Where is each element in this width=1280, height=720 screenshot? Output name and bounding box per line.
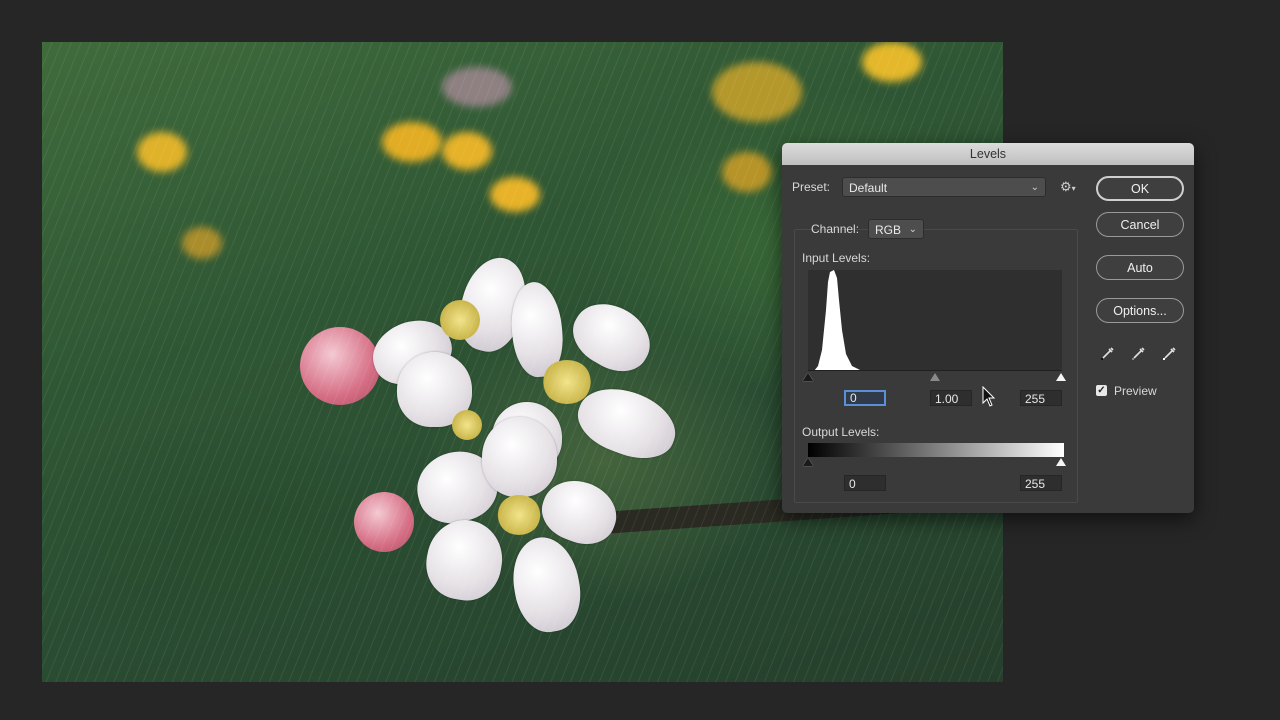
- chevron-down-icon: ⌄: [1030, 182, 1039, 193]
- input-levels-label: Input Levels:: [802, 251, 871, 265]
- histogram-graph: [814, 270, 918, 371]
- input-white-slider[interactable]: [1056, 373, 1066, 381]
- preview-checkbox[interactable]: ✓: [1096, 385, 1107, 396]
- ok-button[interactable]: OK: [1096, 176, 1184, 201]
- levels-dialog: Levels Preset: Default ⌄ ⚙▾ OK Cancel Au…: [782, 143, 1194, 513]
- channel-select[interactable]: RGB ⌄: [868, 219, 924, 239]
- output-black-slider[interactable]: [803, 458, 813, 466]
- dialog-title: Levels: [782, 143, 1194, 165]
- output-black-field[interactable]: 0: [844, 475, 886, 491]
- preview-label: Preview: [1114, 384, 1157, 398]
- output-white-slider[interactable]: [1056, 458, 1066, 466]
- input-gamma-slider[interactable]: [930, 373, 940, 381]
- mouse-cursor-icon: [982, 386, 996, 407]
- white-eyedropper-icon[interactable]: [1162, 345, 1178, 361]
- input-black-slider[interactable]: [803, 373, 813, 381]
- gray-eyedropper-icon[interactable]: [1131, 345, 1147, 361]
- input-gamma-field[interactable]: 1.00: [930, 390, 972, 406]
- auto-button[interactable]: Auto: [1096, 255, 1184, 280]
- options-button[interactable]: Options...: [1096, 298, 1184, 323]
- input-white-field[interactable]: 255: [1020, 390, 1062, 406]
- input-black-field[interactable]: 0: [844, 390, 886, 406]
- output-levels-label: Output Levels:: [802, 425, 880, 439]
- output-gradient-bar: [808, 443, 1064, 457]
- channel-value: RGB: [875, 223, 902, 237]
- preset-value: Default: [849, 181, 888, 195]
- channel-label: Channel:: [811, 222, 860, 236]
- histogram: [808, 270, 1062, 371]
- histogram-baseline: [808, 370, 1062, 371]
- preset-label: Preset:: [792, 180, 831, 194]
- cancel-button[interactable]: Cancel: [1096, 212, 1184, 237]
- output-white-field[interactable]: 255: [1020, 475, 1062, 491]
- preset-select[interactable]: Default ⌄: [842, 177, 1046, 197]
- gear-icon[interactable]: ⚙▾: [1060, 179, 1076, 195]
- black-eyedropper-icon[interactable]: [1100, 345, 1116, 361]
- chevron-down-icon: ⌄: [908, 224, 917, 235]
